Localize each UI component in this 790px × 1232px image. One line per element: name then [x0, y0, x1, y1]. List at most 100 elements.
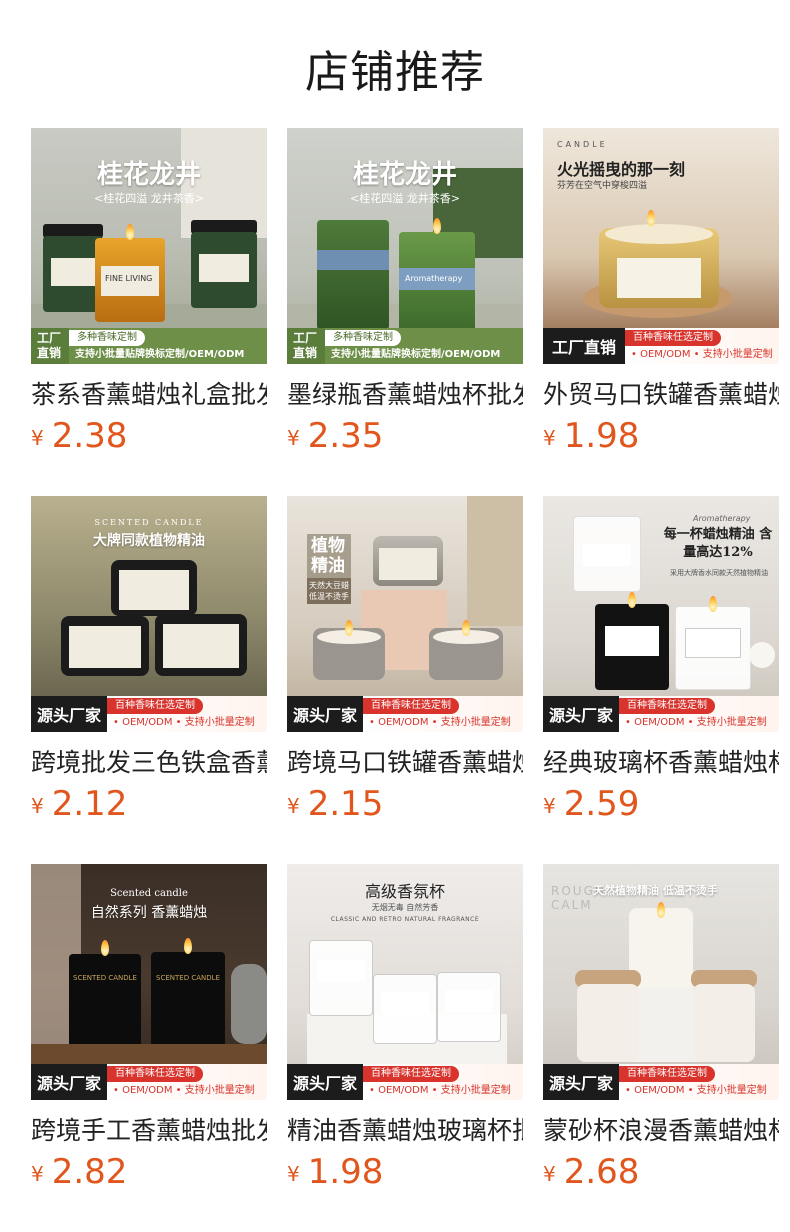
product-name[interactable]: 跨境马口铁罐香薰蜡烛: [287, 746, 523, 780]
promo-banner: 源头厂家 百种香味任选定制 • OEM/ODM • 支持小批量定制: [543, 696, 779, 732]
image-headline: 大牌同款植物精油: [93, 533, 205, 549]
jar-label: FINE LIVING: [105, 274, 153, 283]
product-price: ¥2.15: [287, 784, 383, 824]
jar-label: SCENTED CANDLE: [73, 974, 137, 982]
banner-top-text: 百种香味任选定制: [107, 1066, 203, 1082]
product-card[interactable]: 植物精油 天然大豆蜡 低温不烫手 源头厂家 百种香味任选定制 • OEM/ODM…: [287, 496, 523, 826]
banner-badge: 工厂 直销: [287, 328, 325, 364]
price-value: 2.15: [307, 784, 384, 824]
product-image[interactable]: CANDLE 火光摇曳的那一刻 芬芳在空气中穿梭四溢 工厂直销 百种香味任选定制…: [543, 128, 779, 364]
product-name[interactable]: 外贸马口铁罐香薰蜡烛: [543, 378, 779, 412]
product-card[interactable]: CANDLE 火光摇曳的那一刻 芬芳在空气中穿梭四溢 工厂直销 百种香味任选定制…: [543, 128, 779, 458]
price-value: 1.98: [307, 1152, 384, 1192]
banner-bottom-text: • OEM/ODM • 支持小批量定制: [369, 717, 511, 728]
product-card[interactable]: 桂花龙井 <桂花四溢 龙井茶香> Aromatherapy 工厂 直销 多种香味…: [287, 128, 523, 458]
product-card[interactable]: ROUGH CALM 天然植物精油 低温不烫手 源头厂家 百种香味任选定制 • …: [543, 864, 779, 1194]
banner-badge-line2: 直销: [37, 346, 62, 360]
price-value: 2.82: [51, 1152, 128, 1192]
image-headline: 每一杯蜡烛精油 含量高达12%: [663, 527, 773, 560]
currency-symbol: ¥: [287, 426, 300, 450]
promo-banner: 源头厂家 百种香味任选定制 • OEM/ODM • 支持小批量定制: [31, 1064, 267, 1100]
price-value: 2.38: [51, 416, 128, 456]
product-card[interactable]: Aromatherapy 每一杯蜡烛精油 含量高达12% 采用大牌香水同款天然植…: [543, 496, 779, 826]
image-subline: 芬芳在空气中穿梭四溢: [557, 181, 648, 191]
image-caption: SCENTED CANDLE: [94, 518, 204, 527]
currency-symbol: ¥: [31, 1162, 44, 1186]
product-card[interactable]: SCENTED CANDLE 大牌同款植物精油 源头厂家 百种香味任选定制 • …: [31, 496, 267, 826]
banner-bottom-text: 支持小批量贴牌换标定制/OEM/ODM: [331, 349, 501, 360]
banner-bottom-text: • OEM/ODM • 支持小批量定制: [369, 1085, 511, 1096]
product-name[interactable]: 茶系香薰蜡烛礼盒批发: [31, 378, 267, 412]
currency-symbol: ¥: [31, 794, 44, 818]
banner-badge: 工厂 直销: [31, 328, 69, 364]
currency-symbol: ¥: [31, 426, 44, 450]
image-subline: <桂花四溢 龙井茶香>: [350, 192, 460, 205]
image-headline: 自然系列 香薰蜡烛: [90, 905, 208, 921]
product-image[interactable]: 桂花龙井 <桂花四溢 龙井茶香> Aromatherapy 工厂 直销 多种香味…: [287, 128, 523, 364]
product-image[interactable]: ROUGH CALM 天然植物精油 低温不烫手 源头厂家 百种香味任选定制 • …: [543, 864, 779, 1100]
product-image[interactable]: 植物精油 天然大豆蜡 低温不烫手 源头厂家 百种香味任选定制 • OEM/ODM…: [287, 496, 523, 732]
product-price: ¥2.38: [31, 416, 127, 456]
product-image[interactable]: 桂花龙井 <桂花四溢 龙井茶香> FINE LIVING 工厂 直销 多种香味定…: [31, 128, 267, 364]
currency-symbol: ¥: [543, 1162, 556, 1186]
banner-top-text: 多种香味定制: [325, 330, 401, 346]
banner-badge-line1: 工厂: [37, 331, 62, 345]
price-value: 2.68: [563, 1152, 640, 1192]
banner-badge-line2: 直销: [293, 346, 318, 360]
price-value: 2.12: [51, 784, 128, 824]
image-caption: CANDLE: [557, 140, 608, 149]
currency-symbol: ¥: [287, 794, 300, 818]
image-headline: 火光摇曳的那一刻: [557, 160, 686, 179]
image-caption: Scented candle: [110, 888, 188, 899]
banner-bottom-text: • OEM/ODM • 支持小批量定制: [113, 1085, 255, 1096]
product-card[interactable]: 桂花龙井 <桂花四溢 龙井茶香> FINE LIVING 工厂 直销 多种香味定…: [31, 128, 267, 458]
product-image[interactable]: Aromatherapy 每一杯蜡烛精油 含量高达12% 采用大牌香水同款天然植…: [543, 496, 779, 732]
currency-symbol: ¥: [287, 1162, 300, 1186]
promo-banner: 源头厂家 百种香味任选定制 • OEM/ODM • 支持小批量定制: [31, 696, 267, 732]
promo-banner: 工厂 直销 多种香味定制 支持小批量贴牌换标定制/OEM/ODM: [31, 328, 267, 364]
product-name[interactable]: 经典玻璃杯香薰蜡烛杯: [543, 746, 779, 780]
currency-symbol: ¥: [543, 794, 556, 818]
product-name[interactable]: 跨境批发三色铁盒香薰: [31, 746, 267, 780]
banner-top-text: 百种香味任选定制: [363, 1066, 459, 1082]
price-value: 1.98: [563, 416, 640, 456]
banner-bottom-text: • OEM/ODM • 支持小批量定制: [113, 717, 255, 728]
jar-label: SCENTED CANDLE: [156, 974, 220, 982]
product-card[interactable]: 高级香氛杯 无烟无毒 自然芳香 CLASSIC AND RETRO NATURA…: [287, 864, 523, 1194]
banner-badge: 源头厂家: [287, 1064, 363, 1100]
banner-top-text: 多种香味定制: [69, 330, 145, 346]
banner-top-text: 百种香味任选定制: [625, 330, 721, 346]
image-headline: 高级香氛杯: [364, 882, 445, 901]
product-name[interactable]: 墨绿瓶香薰蜡烛杯批发: [287, 378, 523, 412]
image-headline: 植物精油: [307, 534, 351, 578]
product-price: ¥1.98: [543, 416, 639, 456]
product-price: ¥2.82: [31, 1152, 127, 1192]
banner-badge: 源头厂家: [543, 1064, 619, 1100]
product-price: ¥2.35: [287, 416, 383, 456]
currency-symbol: ¥: [543, 426, 556, 450]
image-subline: 天然大豆蜡 低温不烫手: [307, 578, 351, 604]
banner-bottom-text: • OEM/ODM • 支持小批量定制: [631, 349, 773, 360]
promo-banner: 源头厂家 百种香味任选定制 • OEM/ODM • 支持小批量定制: [287, 696, 523, 732]
image-headline: 桂花龙井: [352, 160, 457, 190]
banner-badge: 源头厂家: [31, 696, 107, 732]
banner-top-text: 百种香味任选定制: [619, 698, 715, 714]
image-headline: 桂花龙井: [96, 160, 201, 190]
section-title: 店铺推荐: [305, 47, 485, 98]
product-image[interactable]: Scented candle 自然系列 香薰蜡烛 SCENTED CANDLE …: [31, 864, 267, 1100]
product-name[interactable]: 跨境手工香薰蜡烛批发: [31, 1114, 267, 1148]
product-image[interactable]: SCENTED CANDLE 大牌同款植物精油 源头厂家 百种香味任选定制 • …: [31, 496, 267, 732]
product-card[interactable]: Scented candle 自然系列 香薰蜡烛 SCENTED CANDLE …: [31, 864, 267, 1194]
banner-top-text: 百种香味任选定制: [619, 1066, 715, 1082]
jar-label: Aromatherapy: [405, 274, 463, 283]
product-image[interactable]: 高级香氛杯 无烟无毒 自然芳香 CLASSIC AND RETRO NATURA…: [287, 864, 523, 1100]
promo-banner: 工厂 直销 多种香味定制 支持小批量贴牌换标定制/OEM/ODM: [287, 328, 523, 364]
product-name[interactable]: 精油香薰蜡烛玻璃杯批: [287, 1114, 523, 1148]
product-price: ¥2.59: [543, 784, 639, 824]
banner-badge: 源头厂家: [287, 696, 363, 732]
product-price: ¥2.12: [31, 784, 127, 824]
banner-badge: 源头厂家: [31, 1064, 107, 1100]
image-headline: 天然植物精油 低温不烫手: [593, 884, 718, 897]
banner-bottom-text: • OEM/ODM • 支持小批量定制: [625, 717, 767, 728]
product-name[interactable]: 蒙砂杯浪漫香薰蜡烛杯: [543, 1114, 779, 1148]
